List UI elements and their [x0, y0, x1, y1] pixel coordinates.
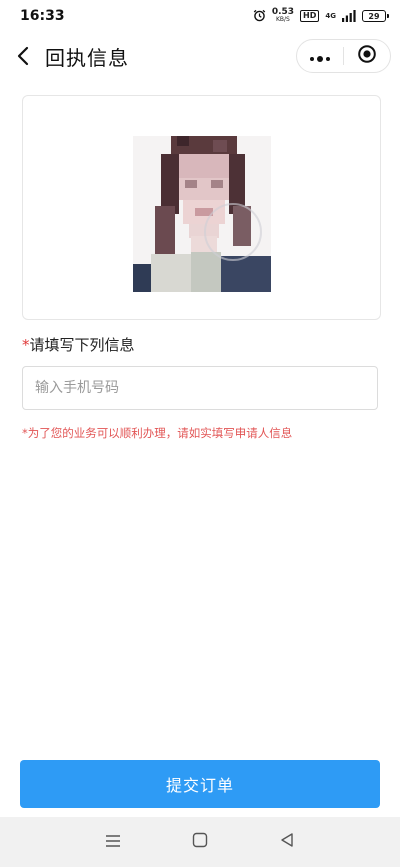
nav-back-button[interactable]	[267, 822, 307, 862]
alarm-icon	[253, 7, 266, 26]
net-speed-value: 0.53	[271, 7, 295, 17]
status-bar: 16:33 0.53 KB/S HD 4G 29	[0, 0, 400, 32]
more-button[interactable]	[297, 40, 343, 72]
home-button[interactable]	[180, 822, 220, 862]
status-time: 16:33	[20, 8, 65, 24]
page-title: 回执信息	[45, 46, 129, 70]
hd-badge: HD	[300, 10, 320, 22]
net-speed: 0.53 KB/S	[272, 8, 294, 24]
back-arrow-icon	[12, 46, 36, 72]
submit-order-button[interactable]: 提交订单	[20, 760, 380, 808]
menu-icon	[105, 833, 121, 852]
network-type: 4G	[325, 12, 336, 20]
battery-level: 29	[368, 11, 380, 21]
required-mark: *	[22, 336, 30, 354]
portrait-photo	[133, 136, 271, 292]
close-target-icon	[357, 44, 377, 68]
hint-text: *为了您的业务可以顺利办理，请如实填写申请人信息	[22, 426, 293, 440]
signal-icon	[342, 7, 356, 26]
net-speed-unit: KB/S	[275, 16, 290, 23]
close-program-button[interactable]	[344, 40, 390, 72]
section-label: *请填写下列信息	[22, 334, 135, 355]
phone-input[interactable]	[22, 366, 378, 410]
mini-program-capsule	[296, 39, 391, 73]
header-bar: 回执信息	[0, 36, 400, 76]
menu-button[interactable]	[93, 822, 133, 862]
status-icons: 0.53 KB/S HD 4G 29	[253, 7, 389, 26]
system-nav-bar	[0, 817, 400, 867]
back-triangle-icon	[279, 832, 295, 852]
photo-card	[22, 95, 381, 320]
battery-icon: 29	[362, 10, 389, 22]
home-square-icon	[192, 832, 208, 852]
section-label-text: 请填写下列信息	[29, 336, 135, 354]
more-dots-icon	[309, 47, 331, 66]
back-button[interactable]	[12, 44, 36, 68]
